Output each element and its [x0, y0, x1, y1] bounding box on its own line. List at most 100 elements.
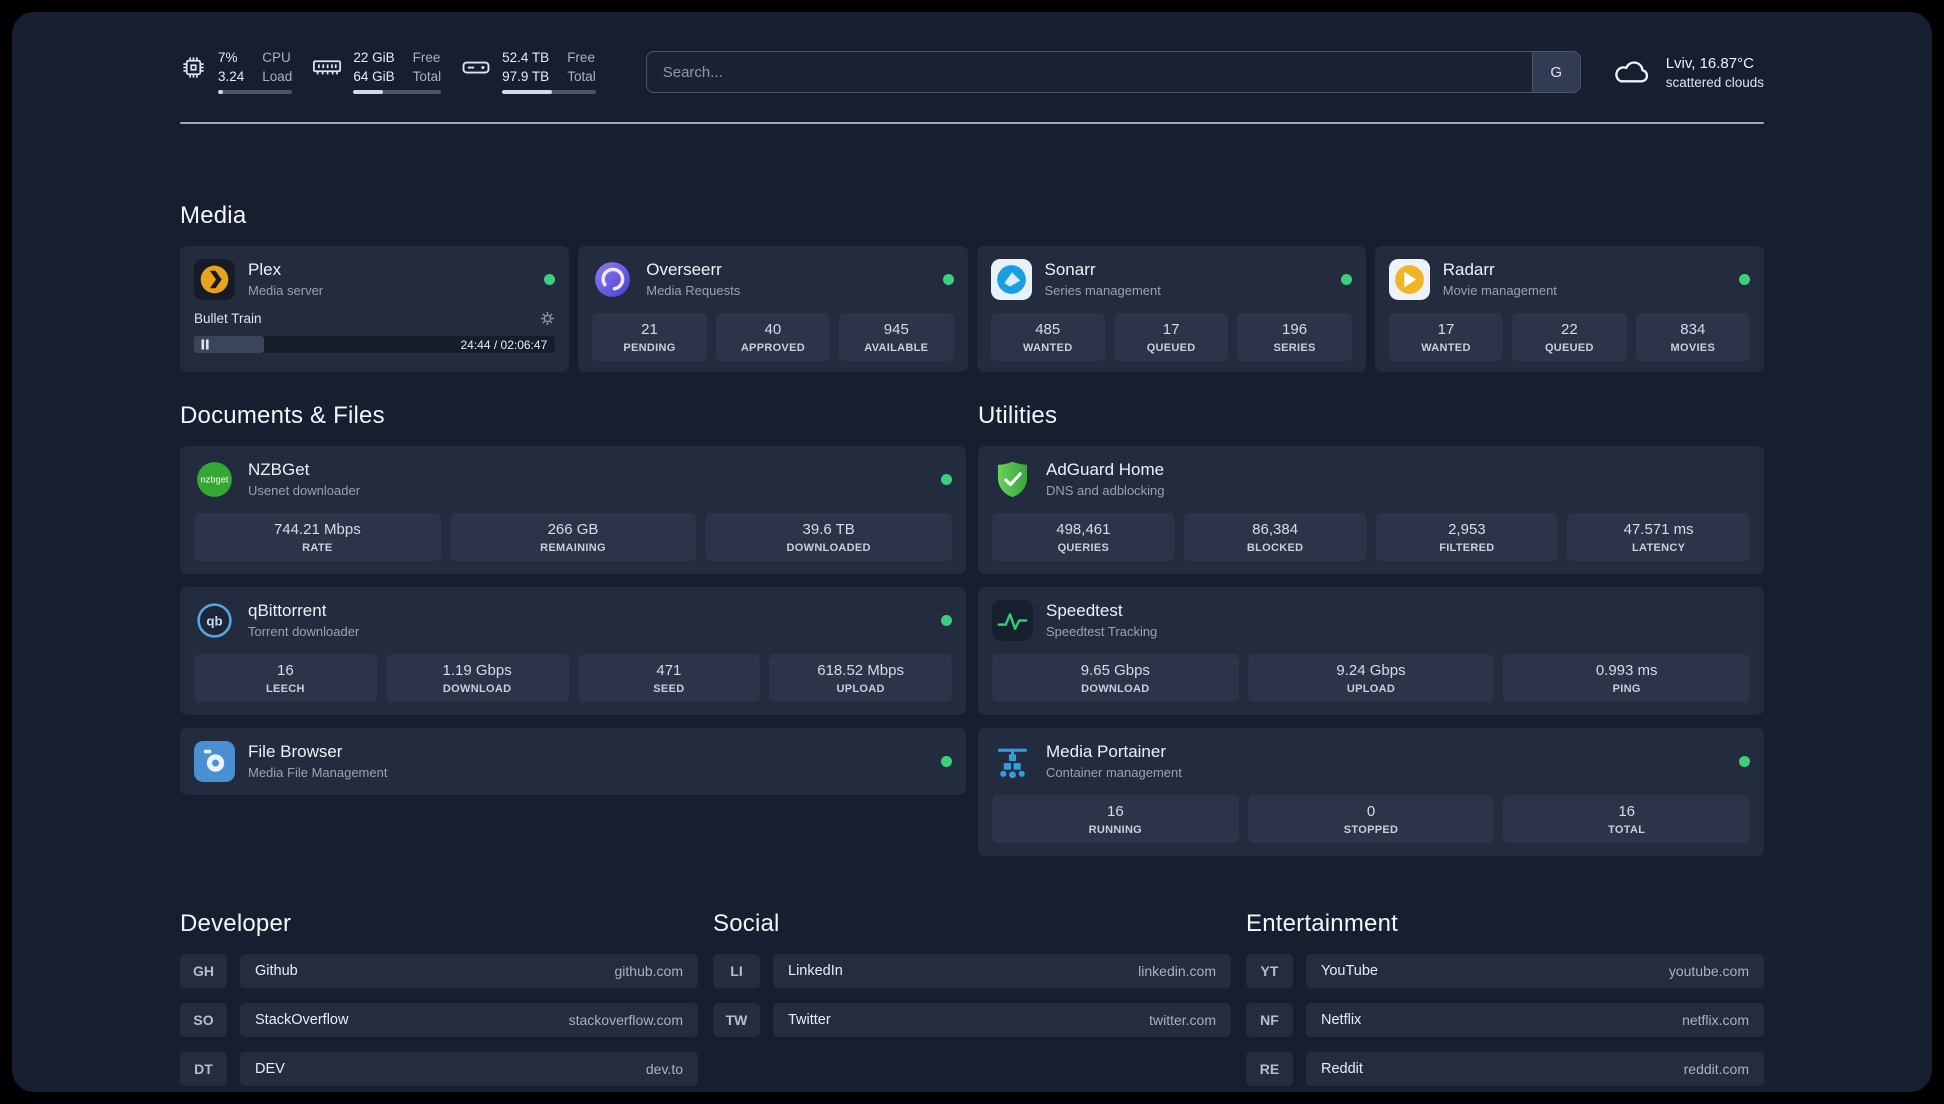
- memory-total-value: 64 GiB: [353, 68, 395, 84]
- stat-stopped: 0 STOPPED: [1247, 795, 1495, 844]
- nzbget-icon: nzbget: [194, 459, 235, 500]
- stat-queries: 498,461 QUERIES: [992, 513, 1175, 562]
- app-name: Sonarr: [1044, 260, 1096, 280]
- adguard-icon: [992, 459, 1033, 500]
- youtube-abbr-tile[interactable]: YT: [1246, 954, 1293, 989]
- filebrowser-icon: [194, 741, 235, 783]
- netflix-abbr-tile[interactable]: NF: [1246, 1003, 1293, 1038]
- speedtest-icon: [992, 600, 1033, 642]
- developer-section-title: Developer: [180, 910, 292, 938]
- stat-download: 9.65 Gbps DOWNLOAD: [992, 654, 1239, 703]
- weather-widget: Lviv, 16.87°C scattered clouds: [1611, 55, 1764, 90]
- search-bar[interactable]: G: [645, 51, 1581, 94]
- memory-label-top: Free: [412, 50, 441, 65]
- stat-upload: 618.52 Mbps UPLOAD: [769, 654, 952, 703]
- settings-gear-icon[interactable]: [540, 311, 555, 326]
- app-card-nzbget[interactable]: nzbget NZBGet Usenet downloader 744.21 M…: [180, 446, 966, 575]
- stat-total: 16 TOTAL: [1503, 795, 1751, 844]
- disk-progressbar: [502, 90, 596, 95]
- app-card-radarr[interactable]: Radarr Movie management 17 WANTED 22 QUE…: [1374, 246, 1764, 373]
- app-subtitle: DNS and adblocking: [1046, 482, 1165, 498]
- stat-running: 16 RUNNING: [992, 795, 1239, 844]
- app-subtitle: Speedtest Tracking: [1046, 623, 1158, 639]
- stat-downloaded: 39.6 TB DOWNLOADED: [705, 513, 953, 562]
- search-engine-button[interactable]: G: [1531, 52, 1580, 93]
- social-section-title: Social: [713, 910, 780, 938]
- memory-free-value: 22 GiB: [353, 50, 395, 65]
- twitter-abbr-tile[interactable]: TW: [713, 1003, 760, 1038]
- stat-wanted: 17 WANTED: [1388, 313, 1504, 362]
- link-row-twitter: TW Twitter twitter.com: [713, 1003, 1231, 1038]
- entertainment-section-title: Entertainment: [1246, 910, 1399, 938]
- link-group-social: Social LI LinkedIn linkedin.com TW Twitt…: [713, 910, 1231, 1086]
- documents-section-title: Documents & Files: [180, 402, 385, 430]
- app-card-plex[interactable]: Plex Media server Bullet Train 24:44 / 0…: [180, 246, 570, 373]
- youtube-link[interactable]: YouTube youtube.com: [1306, 954, 1764, 989]
- linkedin-link[interactable]: LinkedIn linkedin.com: [773, 954, 1231, 989]
- stat-movies: 834 MOVIES: [1635, 313, 1751, 362]
- disk-label-top: Free: [567, 50, 595, 65]
- reddit-abbr-tile[interactable]: RE: [1246, 1052, 1293, 1087]
- status-dot: [942, 274, 954, 286]
- sonarr-icon: [990, 259, 1032, 301]
- app-subtitle: Media File Management: [248, 764, 388, 780]
- github-abbr-tile[interactable]: GH: [180, 954, 227, 989]
- playback-time: 24:44 / 02:06:47: [460, 337, 548, 352]
- netflix-link[interactable]: Netflix netflix.com: [1306, 1003, 1764, 1038]
- stat-leech: 16 LEECH: [194, 654, 377, 703]
- reddit-link[interactable]: Reddit reddit.com: [1306, 1052, 1764, 1087]
- link-row-dev: DT DEV dev.to: [180, 1052, 698, 1087]
- stat-upload: 9.24 Gbps UPLOAD: [1247, 654, 1495, 703]
- memory-progressbar: [353, 90, 442, 95]
- utilities-section-title: Utilities: [978, 402, 1058, 430]
- stat-rate: 744.21 Mbps RATE: [194, 513, 441, 562]
- status-dot: [941, 756, 952, 768]
- app-name: Radarr: [1442, 260, 1495, 280]
- cpu-icon: [180, 54, 207, 81]
- playback-progressbar[interactable]: 24:44 / 02:06:47: [194, 336, 556, 354]
- topbar: 7% 3.24 CPU Load 22 GiB 64 GiB Free Tota…: [180, 50, 1764, 95]
- app-subtitle: Series management: [1044, 282, 1161, 298]
- stat-blocked: 86,384 BLOCKED: [1183, 513, 1367, 562]
- app-card-adguard[interactable]: AdGuard Home DNS and adblocking 498,461 …: [978, 446, 1764, 575]
- screen: 7% 3.24 CPU Load 22 GiB 64 GiB Free Tota…: [0, 0, 1944, 1104]
- link-group-developer: Developer GH Github github.com SO StackO…: [180, 910, 698, 1087]
- pause-button[interactable]: [200, 339, 210, 350]
- svg-text:qb: qb: [206, 614, 222, 629]
- dev-abbr-tile[interactable]: DT: [180, 1052, 227, 1087]
- app-card-overseerr[interactable]: Overseerr Media Requests 21 PENDING 40 A…: [578, 246, 968, 373]
- app-card-filebrowser[interactable]: File Browser Media File Management: [180, 728, 966, 796]
- twitter-link[interactable]: Twitter twitter.com: [773, 1003, 1231, 1038]
- stackoverflow-link[interactable]: StackOverflow stackoverflow.com: [240, 1003, 698, 1038]
- link-row-github: GH Github github.com: [180, 954, 698, 989]
- search-input[interactable]: [646, 52, 1532, 93]
- cpu-label-bottom: Load: [262, 68, 293, 84]
- weather-condition: scattered clouds: [1665, 74, 1764, 90]
- dashboard-page: 7% 3.24 CPU Load 22 GiB 64 GiB Free Tota…: [12, 12, 1932, 1092]
- app-subtitle: Container management: [1046, 764, 1182, 780]
- cpu-percent: 7%: [218, 50, 238, 65]
- app-card-sonarr[interactable]: Sonarr Series management 485 WANTED 17 Q…: [976, 246, 1366, 373]
- app-name: NZBGet: [248, 460, 310, 480]
- memory-icon: [312, 54, 342, 81]
- app-name: Speedtest: [1046, 601, 1123, 621]
- app-subtitle: Media server: [248, 282, 324, 298]
- status-dot: [941, 474, 952, 486]
- dev-link[interactable]: DEV dev.to: [240, 1052, 698, 1087]
- status-dot: [1739, 756, 1750, 768]
- link-row-reddit: RE Reddit reddit.com: [1246, 1052, 1764, 1087]
- app-card-portainer[interactable]: Media Portainer Container management 16 …: [978, 728, 1764, 857]
- github-link[interactable]: Github github.com: [240, 954, 698, 989]
- stat-wanted: 485 WANTED: [990, 313, 1105, 362]
- stackoverflow-abbr-tile[interactable]: SO: [180, 1003, 227, 1038]
- status-dot: [544, 274, 556, 286]
- disk-widget: 52.4 TB 97.9 TB Free Total: [461, 50, 596, 95]
- cpu-label-top: CPU: [262, 50, 291, 65]
- app-name: AdGuard Home: [1046, 460, 1165, 480]
- linkedin-abbr-tile[interactable]: LI: [713, 954, 760, 989]
- app-card-speedtest[interactable]: Speedtest Speedtest Tracking 9.65 Gbps D…: [978, 587, 1764, 716]
- disk-free-value: 52.4 TB: [502, 50, 550, 65]
- link-row-stackoverflow: SO StackOverflow stackoverflow.com: [180, 1003, 698, 1038]
- stat-download: 1.19 Gbps DOWNLOAD: [385, 654, 569, 703]
- app-card-qbittorrent[interactable]: qb qBittorrent Torrent downloader 16 LEE…: [180, 587, 966, 716]
